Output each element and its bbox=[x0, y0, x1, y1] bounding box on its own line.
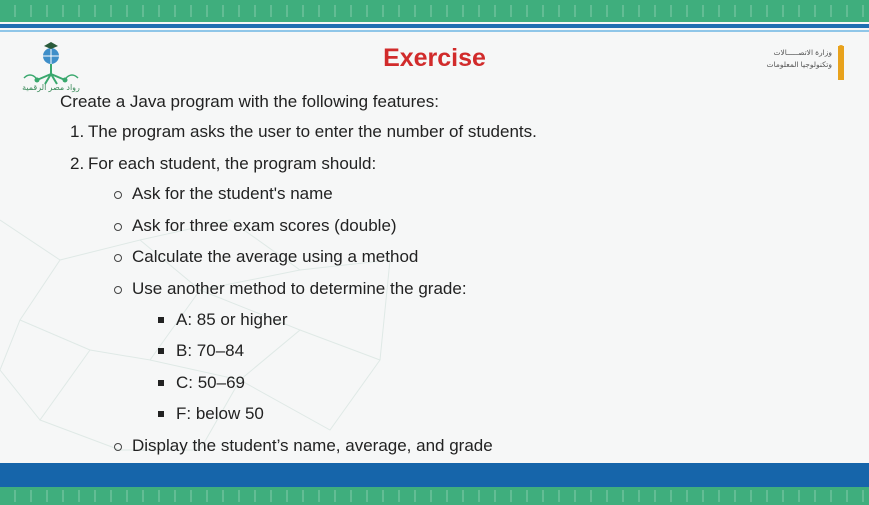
grade-item: C: 50–69 bbox=[146, 372, 780, 394]
step-item: 1. The program asks the user to enter th… bbox=[60, 121, 780, 143]
sub-item-text: Ask for the student's name bbox=[132, 184, 333, 203]
sub-item: Calculate the average using a method bbox=[102, 246, 780, 268]
sub-item: Display the student’s name, average, and… bbox=[102, 435, 780, 457]
grade-text: B: 70–84 bbox=[176, 341, 245, 360]
step-text: The program asks the user to enter the n… bbox=[88, 122, 537, 141]
sub-item: Use another method to determine the grad… bbox=[102, 278, 780, 426]
step-number: 1. bbox=[70, 122, 85, 141]
ministry-text-line1: وزارة الاتصـــــالات bbox=[773, 48, 832, 57]
top-thin-line bbox=[0, 30, 869, 32]
grade-item: F: below 50 bbox=[146, 403, 780, 425]
grade-text: A: 85 or higher bbox=[176, 309, 288, 329]
grade-text: C: 50–69 bbox=[176, 372, 245, 392]
intro-text: Create a Java program with the following… bbox=[60, 92, 439, 111]
sub-item-text: Use another method to determine the grad… bbox=[132, 278, 467, 298]
ministry-text-line2: وتكنولوجيا المعلومات bbox=[766, 60, 832, 69]
grade-text: F: below 50 bbox=[176, 404, 264, 423]
sub-item: Ask for three exam scores (double) bbox=[102, 215, 780, 237]
sub-list: Ask for the student's name Ask for three… bbox=[88, 183, 780, 457]
page-title: Exercise bbox=[383, 44, 486, 72]
sub-item: Ask for the student's name bbox=[102, 183, 780, 205]
sub-item-text: Display the student’s name, average, and… bbox=[132, 435, 493, 455]
top-blue-line bbox=[0, 24, 869, 28]
exercise-content: Create a Java program with the following… bbox=[60, 91, 780, 467]
bottom-green-band bbox=[0, 487, 869, 505]
grade-item: A: 85 or higher bbox=[146, 309, 780, 331]
step-number: 2. bbox=[70, 154, 85, 173]
grade-item: B: 70–84 bbox=[146, 340, 780, 362]
sub-item-text: Calculate the average using a method bbox=[132, 247, 419, 266]
top-green-band bbox=[0, 0, 869, 22]
steps-list: 1. The program asks the user to enter th… bbox=[60, 121, 780, 457]
sub-item-text: Ask for three exam scores (double) bbox=[132, 215, 397, 235]
step-text: For each student, the program should: bbox=[88, 154, 377, 173]
bottom-blue-band bbox=[0, 463, 869, 487]
step-item: 2. For each student, the program should:… bbox=[60, 153, 780, 457]
grade-list: A: 85 or higher B: 70–84 C: 50–69 F: bel… bbox=[132, 309, 780, 426]
